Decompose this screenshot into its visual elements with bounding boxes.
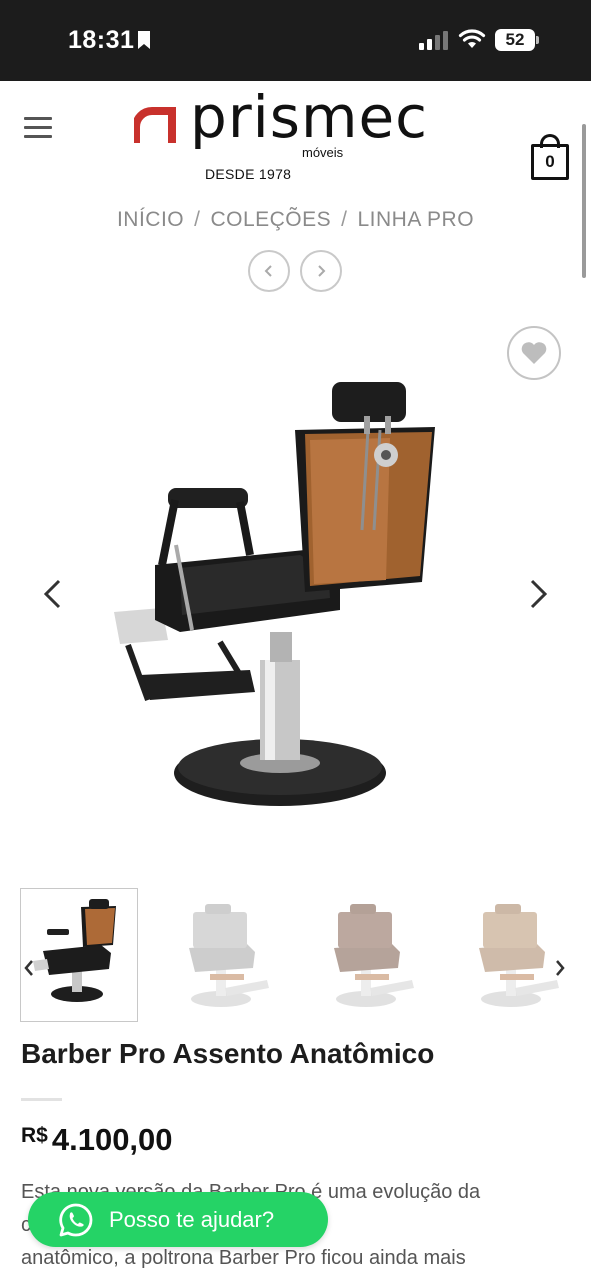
whatsapp-label: Posso te ajudar? [109, 1206, 275, 1232]
logo-sub: móveis [302, 145, 344, 160]
thumbnail[interactable] [165, 888, 283, 1022]
menu-icon[interactable] [24, 117, 52, 139]
site-header: prismec móveis DESDE 1978 0 [0, 81, 591, 196]
thumbnail-strip [20, 888, 580, 1023]
logo-mark-icon [134, 107, 176, 143]
status-bar: 18:31 52 [0, 0, 591, 81]
bookmark-icon [138, 31, 150, 49]
cart-count: 0 [531, 144, 569, 180]
wifi-icon [458, 29, 486, 48]
thumbnail[interactable] [455, 888, 573, 1022]
logo-since: DESDE 1978 [205, 166, 292, 182]
breadcrumb-linha-pro[interactable]: LINHA PRO [358, 208, 475, 231]
chevron-right-icon [318, 265, 326, 277]
breadcrumb-separator: / [194, 208, 201, 231]
logo[interactable]: prismec móveis DESDE 1978 [134, 83, 464, 182]
product-price: R$ 4.100,00 [21, 1122, 173, 1158]
gallery-prev-icon[interactable] [40, 578, 66, 610]
breadcrumb-collections[interactable]: COLEÇÕES [210, 208, 331, 231]
product-main-image [114, 382, 435, 806]
signal-icon [419, 31, 448, 50]
previous-product-button[interactable] [248, 250, 290, 292]
thumbnail[interactable] [20, 888, 138, 1022]
price-value: 4.100,00 [51, 1122, 173, 1157]
chevron-left-icon [264, 265, 272, 277]
battery-icon: 52 [495, 29, 539, 51]
thumbnail[interactable] [310, 888, 428, 1022]
whatsapp-icon [59, 1203, 93, 1236]
battery-level: 52 [505, 30, 525, 49]
status-time: 18:31 [68, 26, 135, 54]
breadcrumb-home[interactable]: INÍCIO [117, 208, 184, 231]
scrollbar[interactable] [582, 124, 586, 278]
price-currency: R$ [21, 1124, 48, 1147]
product-title: Barber Pro Assento Anatômico [21, 1038, 435, 1069]
gallery-next-icon[interactable] [525, 578, 551, 610]
wishlist-button[interactable] [507, 326, 561, 380]
cart-icon[interactable]: 0 [531, 134, 569, 180]
next-product-button[interactable] [300, 250, 342, 292]
breadcrumb-separator: / [341, 208, 348, 231]
title-divider [21, 1098, 62, 1101]
thumbnail-next-icon[interactable] [553, 958, 567, 978]
breadcrumb: INÍCIO / COLEÇÕES / LINHA PRO [0, 208, 591, 232]
logo-name: prismec [190, 83, 429, 151]
thumbnail-prev-icon[interactable] [22, 958, 36, 978]
heart-icon [521, 342, 547, 364]
whatsapp-chat-button[interactable]: Posso te ajudar? [28, 1192, 328, 1247]
